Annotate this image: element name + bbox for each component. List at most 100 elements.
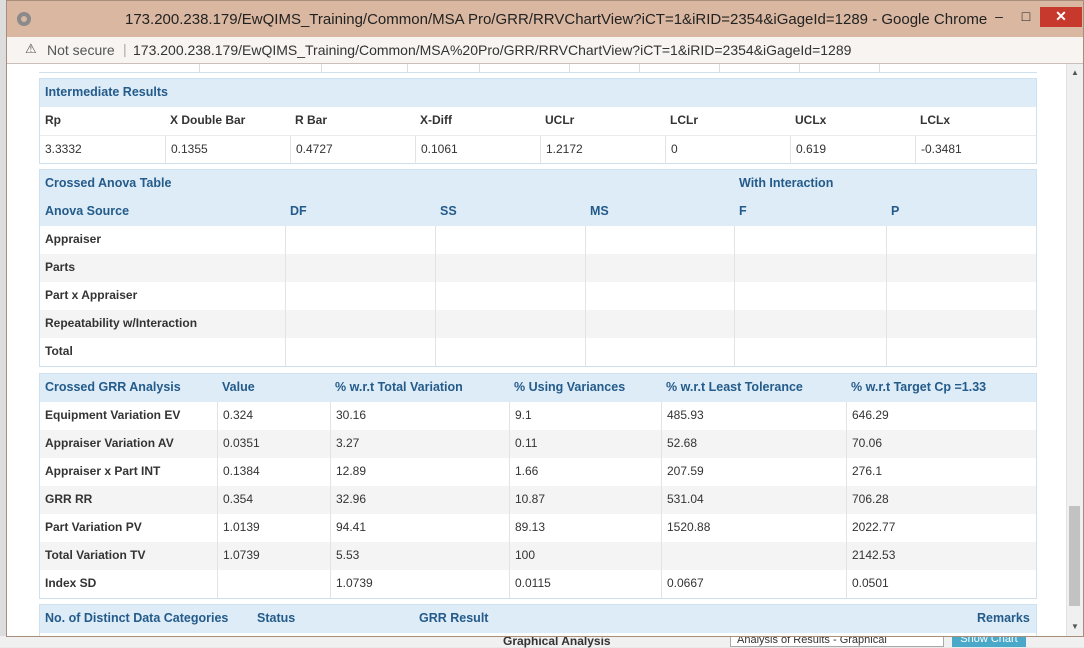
grr-value-cell: 2142.53 — [846, 542, 1036, 570]
intermediate-value-cell: 0.4727 — [290, 136, 415, 164]
anova-row-label: Appraiser — [45, 232, 102, 246]
page-content: Intermediate Results Rp X Double Bar R B… — [7, 64, 1083, 636]
grr-header-cell: % w.r.t Total Variation — [330, 374, 509, 402]
grr-value-cell: 646.29 — [846, 402, 1036, 430]
anova-cell — [886, 338, 1036, 366]
grr-value-cell: 10.87 — [509, 486, 661, 514]
chrome-logo-icon — [17, 12, 31, 26]
url-text[interactable]: 173.200.238.179/EwQIMS_Training/Common/M… — [133, 42, 851, 58]
anova-cell — [585, 226, 734, 254]
grr-value-cell: 12.89 — [330, 458, 509, 486]
grr-value-cell: 706.28 — [846, 486, 1036, 514]
intermediate-value-cell: 0.619 — [790, 136, 915, 164]
scroll-down-arrow-icon[interactable]: ▼ — [1067, 620, 1083, 634]
grr-value-cell: 52.68 — [661, 430, 846, 458]
anova-cell — [585, 310, 734, 338]
grr-value-cell: 207.59 — [661, 458, 846, 486]
anova-panel: Crossed Anova Table With Interaction Ano… — [39, 169, 1037, 367]
grr-result-panel: No. of Distinct Data Categories Status G… — [39, 604, 1037, 636]
remarks-header: Remarks — [972, 605, 1036, 633]
anova-row-label: Parts — [40, 254, 285, 282]
vertical-scrollbar[interactable]: ▲ ▼ — [1066, 64, 1083, 636]
grr-value-cell: 0.11 — [509, 430, 661, 458]
anova-header-cell: MS — [585, 198, 734, 226]
anova-cell — [734, 310, 886, 338]
title-bar[interactable]: 173.200.238.179/EwQIMS_Training/Common/M… — [7, 1, 1083, 37]
anova-cell — [435, 254, 585, 282]
anova-cell — [285, 226, 435, 254]
close-button[interactable]: ✕ — [1040, 7, 1082, 27]
intermediate-value-cell: 0 — [665, 136, 790, 164]
chrome-popup-window: 173.200.238.179/EwQIMS_Training/Common/M… — [6, 0, 1084, 637]
anova-cell — [585, 254, 734, 282]
anova-cell — [435, 338, 585, 366]
grr-row-label: Appraiser Variation AV — [40, 430, 217, 458]
grr-value-cell: 3.27 — [330, 430, 509, 458]
grr-header-cell: Crossed GRR Analysis — [40, 374, 217, 402]
grr-value-cell: 0.354 — [217, 486, 330, 514]
grr-value-cell: 1.0739 — [217, 542, 330, 570]
anova-cell — [734, 282, 886, 310]
grr-value-cell: 1.66 — [509, 458, 661, 486]
anova-row-label: Part x Appraiser — [45, 288, 138, 302]
intermediate-value-cell: 0.1061 — [415, 136, 540, 164]
intermediate-header-cell: UCLr — [545, 113, 575, 127]
anova-cell — [886, 226, 1036, 254]
intermediate-value-cell: 3.3332 — [45, 142, 82, 156]
grr-value-cell: 485.93 — [661, 402, 846, 430]
grr-value-cell: 9.1 — [509, 402, 661, 430]
grr-value-cell: 0.0115 — [509, 570, 661, 598]
intermediate-value-cell: 0.1355 — [165, 136, 290, 164]
grr-value-cell: 1.0739 — [330, 570, 509, 598]
grr-value-cell: 89.13 — [509, 514, 661, 542]
distinct-categories-header: No. of Distinct Data Categories — [40, 605, 252, 633]
grr-value-cell: 1.0139 — [217, 514, 330, 542]
anova-row-label: Total — [45, 344, 73, 358]
anova-cell — [435, 282, 585, 310]
scroll-thumb[interactable] — [1069, 506, 1080, 606]
intermediate-header-cell: LCLr — [670, 113, 698, 127]
anova-cell — [285, 254, 435, 282]
anova-cell — [585, 282, 734, 310]
grr-row-label: Index SD — [45, 576, 97, 590]
grr-row-label: Part Variation PV — [45, 520, 142, 534]
maximize-button[interactable]: □ — [1014, 7, 1038, 27]
grr-value-cell: 0.324 — [217, 402, 330, 430]
grr-value-cell: 1520.88 — [661, 514, 846, 542]
anova-cell — [435, 310, 585, 338]
address-bar[interactable]: ⚠ Not secure | 173.200.238.179/EwQIMS_Tr… — [7, 37, 1083, 64]
scroll-up-arrow-icon[interactable]: ▲ — [1067, 66, 1083, 80]
anova-cell — [285, 310, 435, 338]
anova-cell — [734, 226, 886, 254]
grr-header-cell: Value — [217, 374, 330, 402]
anova-cell — [734, 254, 886, 282]
intermediate-header-cell: UCLx — [795, 113, 827, 127]
grr-row-label: Equipment Variation EV — [45, 408, 181, 422]
grr-value-cell: 0.1384 — [217, 458, 330, 486]
grr-value-cell: 0.0351 — [217, 430, 330, 458]
grr-header-cell: % Using Variances — [509, 374, 661, 402]
anova-cell — [734, 338, 886, 366]
anova-title: Crossed Anova Table — [40, 170, 734, 198]
intermediate-header-cell: X Double Bar — [170, 113, 246, 127]
intermediate-results-panel: Intermediate Results Rp X Double Bar R B… — [39, 78, 1037, 164]
minimize-button[interactable]: – — [987, 7, 1011, 27]
intermediate-header-cell: Rp — [45, 113, 61, 127]
grr-value-cell: 2022.77 — [846, 514, 1036, 542]
anova-cell — [886, 282, 1036, 310]
grr-row-label: Total Variation TV — [40, 542, 217, 570]
anova-cell — [585, 338, 734, 366]
grr-value-cell: 0.0501 — [846, 570, 1036, 598]
anova-header-cell: P — [886, 198, 1036, 226]
grr-value-cell: 5.53 — [330, 542, 509, 570]
security-label[interactable]: Not secure — [47, 42, 115, 58]
anova-cell — [435, 226, 585, 254]
grr-value-cell: 531.04 — [661, 486, 846, 514]
anova-cell — [886, 310, 1036, 338]
anova-header-cell: Anova Source — [40, 198, 285, 226]
grr-value-cell: 94.41 — [330, 514, 509, 542]
grr-value-cell: 70.06 — [846, 430, 1036, 458]
warning-icon[interactable]: ⚠ — [25, 42, 39, 56]
grr-value-cell — [217, 570, 330, 598]
anova-subtitle: With Interaction — [734, 170, 1036, 198]
